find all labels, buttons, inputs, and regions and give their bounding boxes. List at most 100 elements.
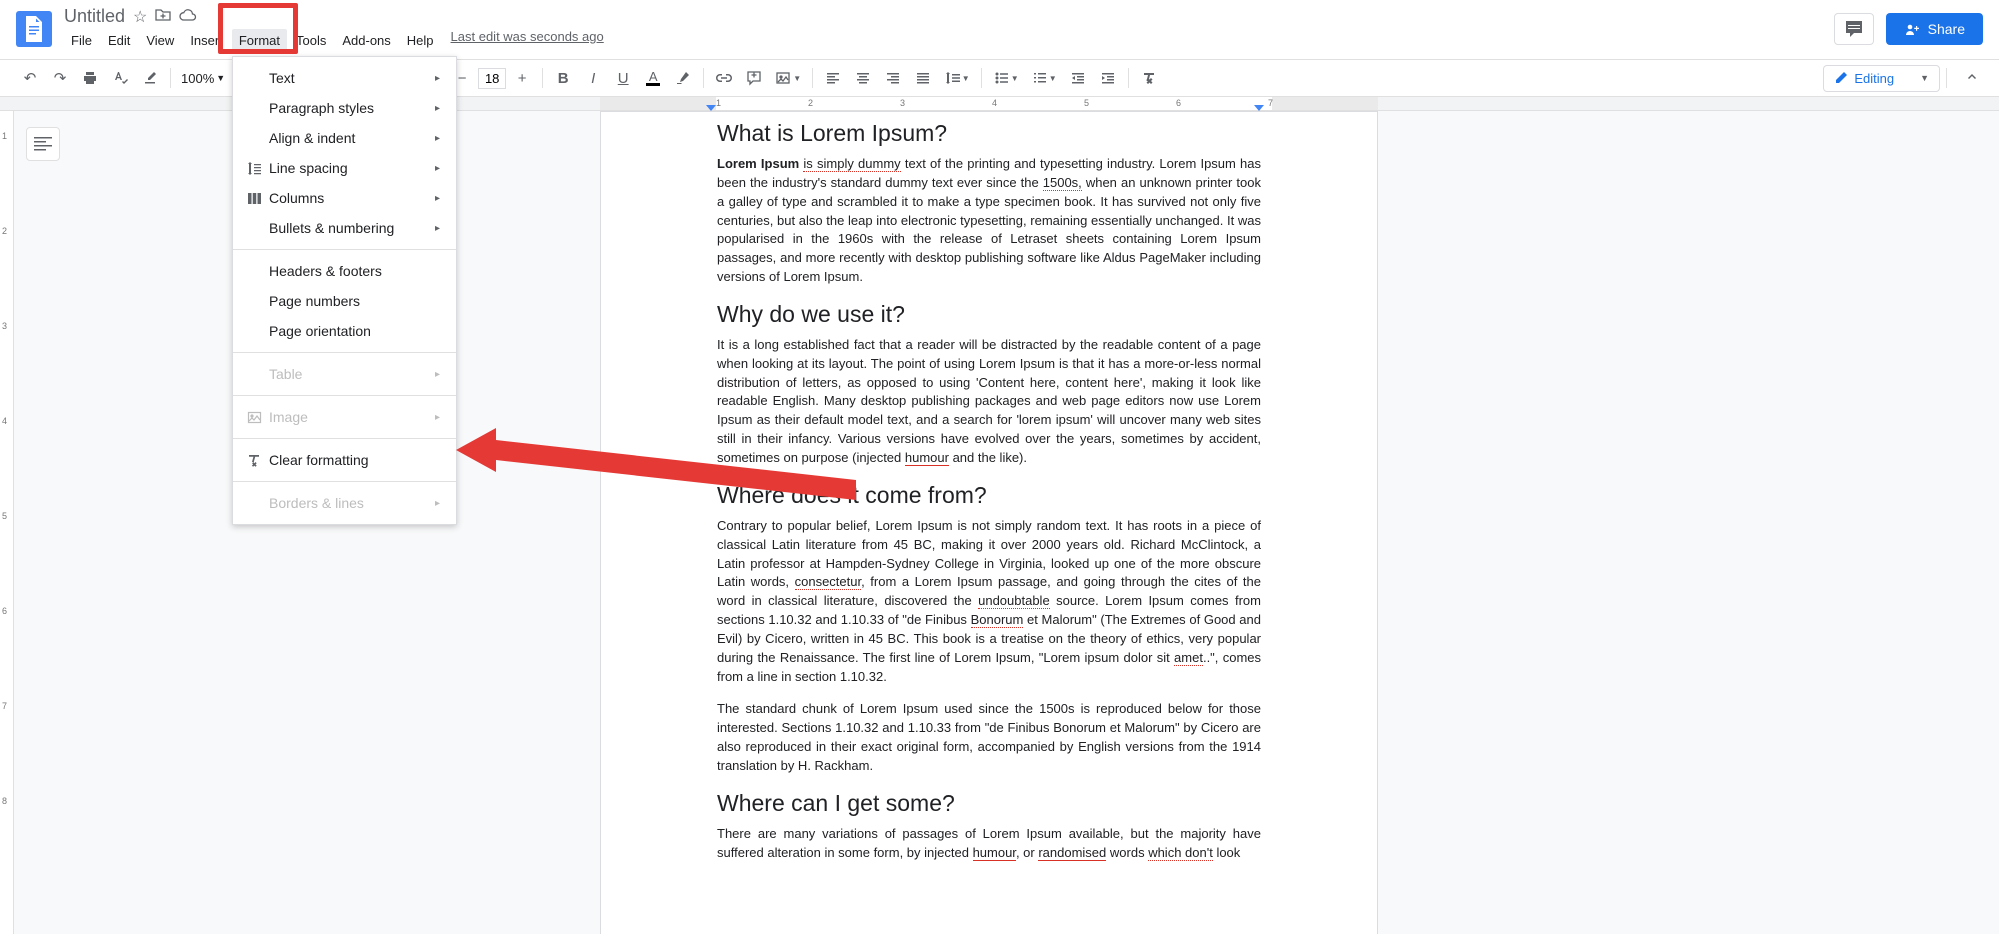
comment-button[interactable] xyxy=(740,64,768,92)
format-menu-item-text[interactable]: Text▸ xyxy=(233,63,456,93)
star-icon[interactable]: ☆ xyxy=(133,7,147,27)
format-menu-item-columns[interactable]: Columns▸ xyxy=(233,183,456,213)
font-size-increase[interactable]: + xyxy=(508,64,536,92)
indent-increase-button[interactable] xyxy=(1094,64,1122,92)
doc-heading[interactable]: Why do we use it? xyxy=(717,301,1261,328)
menu-insert[interactable]: Insert xyxy=(183,29,230,52)
doc-heading[interactable]: Where can I get some? xyxy=(717,790,1261,817)
doc-paragraph[interactable]: The standard chunk of Lorem Ipsum used s… xyxy=(717,700,1261,775)
menu-tools[interactable]: Tools xyxy=(289,29,333,52)
clear-format-button[interactable] xyxy=(1135,64,1163,92)
doc-heading[interactable]: What is Lorem Ipsum? xyxy=(717,120,1261,147)
menu-help[interactable]: Help xyxy=(400,29,441,52)
doc-paragraph[interactable]: Lorem Ipsum is simply dummy text of the … xyxy=(717,155,1261,287)
menu-item-label: Borders & lines xyxy=(269,495,435,511)
format-menu-item-align-indent[interactable]: Align & indent▸ xyxy=(233,123,456,153)
submenu-arrow-icon: ▸ xyxy=(435,498,440,509)
menu-edit[interactable]: Edit xyxy=(101,29,137,52)
italic-button[interactable]: I xyxy=(579,64,607,92)
submenu-arrow-icon: ▸ xyxy=(435,369,440,380)
columns-icon xyxy=(247,191,269,206)
share-label: Share xyxy=(1928,21,1965,37)
format-menu-item-paragraph-styles[interactable]: Paragraph styles▸ xyxy=(233,93,456,123)
last-edit-link[interactable]: Last edit was seconds ago xyxy=(451,29,604,52)
clear-format-icon xyxy=(247,453,269,468)
align-justify-button[interactable] xyxy=(909,64,937,92)
align-right-button[interactable] xyxy=(879,64,907,92)
submenu-arrow-icon: ▸ xyxy=(435,73,440,84)
menu-item-label: Page numbers xyxy=(269,293,440,309)
align-left-button[interactable] xyxy=(819,64,847,92)
align-center-button[interactable] xyxy=(849,64,877,92)
print-button[interactable] xyxy=(76,64,104,92)
undo-button[interactable]: ↶ xyxy=(16,64,44,92)
format-menu-item-page-orientation[interactable]: Page orientation xyxy=(233,316,456,346)
line-spacing-button[interactable]: ▼ xyxy=(939,64,975,92)
cloud-status-icon[interactable] xyxy=(179,8,197,26)
image-insert-button[interactable]: ▼ xyxy=(770,64,806,92)
menu-item-label: Text xyxy=(269,70,435,86)
share-button[interactable]: Share xyxy=(1886,13,1983,45)
format-menu-dropdown: Text▸Paragraph styles▸Align & indent▸Lin… xyxy=(232,56,457,525)
format-menu-item-line-spacing[interactable]: Line spacing▸ xyxy=(233,153,456,183)
submenu-arrow-icon: ▸ xyxy=(435,163,440,174)
menu-add-ons[interactable]: Add-ons xyxy=(335,29,397,52)
comments-button[interactable] xyxy=(1834,13,1874,45)
docs-logo[interactable] xyxy=(16,11,52,47)
zoom-select[interactable]: 100% ▼ xyxy=(177,69,229,88)
menu-item-label: Headers & footers xyxy=(269,263,440,279)
collapse-toolbar-button[interactable] xyxy=(1961,65,1983,92)
document-page[interactable]: What is Lorem Ipsum? Lorem Ipsum is simpl… xyxy=(600,111,1378,934)
submenu-arrow-icon: ▸ xyxy=(435,133,440,144)
menu-item-label: Line spacing xyxy=(269,160,435,176)
submenu-arrow-icon: ▸ xyxy=(435,223,440,234)
line-spacing-icon xyxy=(247,161,269,176)
font-size-input[interactable]: 18 xyxy=(478,68,506,89)
doc-paragraph[interactable]: There are many variations of passages of… xyxy=(717,825,1261,863)
bulleted-list-button[interactable]: ▼ xyxy=(1026,64,1062,92)
indent-decrease-button[interactable] xyxy=(1064,64,1092,92)
vertical-ruler[interactable]: 12345678 xyxy=(0,111,14,934)
format-menu-item-borders-lines: Borders & lines▸ xyxy=(233,488,456,518)
text-color-button[interactable]: A xyxy=(639,64,667,92)
link-button[interactable] xyxy=(710,64,738,92)
submenu-arrow-icon: ▸ xyxy=(435,103,440,114)
menu-item-label: Bullets & numbering xyxy=(269,220,435,236)
menu-view[interactable]: View xyxy=(139,29,181,52)
menu-item-label: Align & indent xyxy=(269,130,435,146)
outline-toggle-button[interactable] xyxy=(26,127,60,161)
menu-item-label: Columns xyxy=(269,190,435,206)
menu-item-label: Page orientation xyxy=(269,323,440,339)
format-menu-item-image: Image▸ xyxy=(233,402,456,432)
paint-format-button[interactable] xyxy=(136,64,164,92)
document-title[interactable]: Untitled xyxy=(64,6,125,27)
format-menu-item-clear-formatting[interactable]: Clear formatting xyxy=(233,445,456,475)
doc-paragraph[interactable]: Contrary to popular belief, Lorem Ipsum … xyxy=(717,517,1261,687)
image-icon xyxy=(247,410,269,425)
menu-item-label: Image xyxy=(269,409,435,425)
app-header: Untitled ☆ FileEditViewInsertFormatTools… xyxy=(0,0,1999,59)
doc-heading[interactable]: Where does it come from? xyxy=(717,482,1261,509)
underline-button[interactable]: U xyxy=(609,64,637,92)
submenu-arrow-icon: ▸ xyxy=(435,412,440,423)
menu-format[interactable]: Format xyxy=(232,29,287,52)
bold-button[interactable]: B xyxy=(549,64,577,92)
font-size-control: − 18 + xyxy=(448,64,536,92)
highlight-button[interactable] xyxy=(669,64,697,92)
spellcheck-button[interactable] xyxy=(106,64,134,92)
menu-bar: FileEditViewInsertFormatToolsAdd-onsHelp… xyxy=(64,29,1834,52)
format-menu-item-table: Table▸ xyxy=(233,359,456,389)
format-menu-item-page-numbers[interactable]: Page numbers xyxy=(233,286,456,316)
menu-item-label: Table xyxy=(269,366,435,382)
doc-paragraph[interactable]: It is a long established fact that a rea… xyxy=(717,336,1261,468)
format-menu-item-bullets-numbering[interactable]: Bullets & numbering▸ xyxy=(233,213,456,243)
menu-file[interactable]: File xyxy=(64,29,99,52)
editing-mode-select[interactable]: Editing ▼ xyxy=(1823,65,1940,92)
redo-button[interactable]: ↷ xyxy=(46,64,74,92)
menu-item-label: Paragraph styles xyxy=(269,100,435,116)
format-menu-item-headers-footers[interactable]: Headers & footers xyxy=(233,256,456,286)
submenu-arrow-icon: ▸ xyxy=(435,193,440,204)
menu-item-label: Clear formatting xyxy=(269,452,440,468)
move-folder-icon[interactable] xyxy=(155,8,171,26)
checklist-button[interactable]: ▼ xyxy=(988,64,1024,92)
